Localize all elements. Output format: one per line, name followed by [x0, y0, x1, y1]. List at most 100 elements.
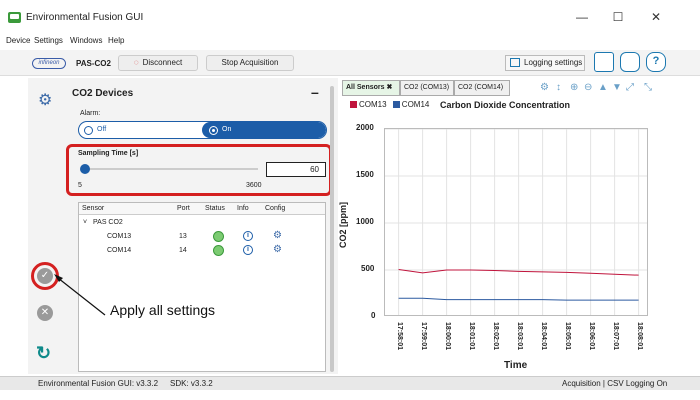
panel-scrollbar[interactable]	[330, 86, 334, 372]
settings-gear-icon[interactable]: ⚙	[38, 90, 52, 110]
scroll-down-icon[interactable]: ▼	[612, 82, 622, 93]
sampling-max: 3600	[246, 182, 262, 189]
menu-windows[interactable]: Windows	[70, 36, 102, 45]
close-tab-icon[interactable]: ✖	[386, 84, 392, 91]
y-tick-label: 500	[361, 264, 375, 273]
x-tick-label: 18:00:01	[443, 322, 451, 351]
config-gear-icon[interactable]: ⚙	[273, 231, 283, 241]
info-icon[interactable]: i	[243, 231, 253, 241]
table-row-name: COM13	[107, 233, 132, 240]
stop-acquisition-button[interactable]: Stop Acquisition	[206, 55, 294, 71]
info-icon[interactable]: i	[243, 245, 253, 255]
table-header: Sensor Port Status Info Config	[79, 203, 325, 215]
logging-settings-button[interactable]: Logging settings	[505, 55, 585, 71]
x-tick-label: 17:59:01	[419, 322, 427, 351]
dashboard-icon[interactable]	[594, 52, 614, 72]
y-tick-label: 1000	[356, 217, 374, 226]
status-ok-icon	[213, 231, 224, 242]
annotation-arrow	[54, 274, 106, 316]
sampling-slider-thumb[interactable]	[80, 164, 90, 174]
y-tick-label: 1500	[356, 170, 374, 179]
menu-bar: Device Settings Windows Help	[0, 34, 700, 48]
x-tick-label: 18:07:01	[611, 322, 619, 351]
y-axis-label: CO2 [ppm]	[338, 202, 348, 248]
header-sensor: Sensor	[82, 205, 105, 212]
header-status: Status	[205, 205, 225, 212]
x-tick-label: 18:02:01	[491, 322, 499, 351]
collapse-button[interactable]: –	[311, 84, 319, 100]
scroll-up-icon[interactable]: ▲	[598, 82, 608, 93]
legend-swatch-com13	[350, 101, 357, 109]
table-row-name: COM14	[107, 247, 132, 254]
power-icon: ◌	[133, 58, 139, 67]
menu-settings[interactable]: Settings	[34, 36, 63, 45]
disconnect-label: Disconnect	[142, 58, 183, 67]
refresh-icon[interactable]: ↻	[36, 343, 51, 364]
help-icon[interactable]: ?	[646, 52, 666, 72]
x-tick-label: 18:03:01	[515, 322, 523, 351]
chart-tabs: All Sensors ✖ CO2 (COM13) CO2 (COM14)	[342, 80, 672, 96]
tab-all-sensors[interactable]: All Sensors ✖	[342, 80, 400, 96]
chart-title: Carbon Dioxide Concentration	[440, 100, 571, 110]
chat-icon[interactable]	[620, 52, 640, 72]
sampling-label: Sampling Time [s]	[78, 150, 139, 157]
chart-legend: COM13 COM14	[350, 100, 429, 109]
table-row-port: 13	[179, 233, 187, 240]
logging-icon	[510, 58, 520, 67]
title-bar: Environmental Fusion GUI — ☐ ✕	[0, 0, 700, 34]
status-bar: Environmental Fusion GUI: v3.3.2 SDK: v3…	[0, 376, 700, 390]
sampling-slider-track[interactable]	[86, 168, 258, 170]
alarm-label: Alarm:	[80, 110, 101, 117]
zoom-out-icon[interactable]: ⊖	[584, 82, 592, 93]
legend-swatch-com14	[392, 101, 400, 109]
header-port: Port	[177, 205, 190, 212]
panel-title: CO2 Devices	[72, 88, 134, 99]
chart-settings-icon[interactable]: ⚙	[540, 82, 549, 93]
x-tick-label: 18:01:01	[467, 322, 475, 351]
header-config: Config	[265, 205, 286, 212]
x-tick-label: 18:06:01	[587, 322, 595, 351]
status-acquisition: Acquisition | CSV Logging On	[562, 379, 668, 388]
chart-plot-area	[384, 128, 648, 316]
app-icon	[8, 12, 21, 23]
maximize-button[interactable]: ☐	[608, 10, 628, 24]
infineon-logo: infineon	[32, 58, 66, 69]
close-button[interactable]: ✕	[646, 10, 666, 24]
status-sdk: SDK: v3.3.2	[170, 379, 213, 388]
tab-all-sensors-label: All Sensors	[346, 84, 385, 91]
menu-help[interactable]: Help	[108, 36, 124, 45]
device-name: PAS-CO2	[76, 59, 111, 68]
sensor-group: PAS CO2	[93, 219, 123, 226]
expand-icon[interactable]: ⤢	[626, 82, 634, 93]
alarm-on-label: On	[222, 126, 232, 133]
alarm-off-label: Off	[97, 126, 107, 133]
collapse-icon[interactable]: ⤡	[644, 82, 652, 93]
zoom-in-icon[interactable]: ⊕	[570, 82, 578, 93]
alarm-toggle[interactable]: Off On	[78, 121, 327, 139]
y-tick-label: 0	[371, 311, 376, 320]
window-title: Environmental Fusion GUI	[26, 12, 144, 23]
alarm-off-radio[interactable]	[84, 126, 93, 135]
x-tick-label: 18:04:01	[539, 322, 547, 351]
x-tick-label: 18:05:01	[563, 322, 571, 351]
legend-com14: COM14	[401, 100, 430, 109]
tab-co2-com13[interactable]: CO2 (COM13)	[400, 80, 454, 96]
config-gear-icon[interactable]: ⚙	[273, 245, 283, 255]
alarm-on-radio[interactable]	[209, 126, 218, 135]
table-row-port: 14	[179, 247, 187, 254]
expand-chevron-icon[interactable]: ˅	[83, 219, 87, 226]
x-axis-label: Time	[504, 360, 528, 371]
disconnect-button[interactable]: ◌ Disconnect	[118, 55, 198, 71]
header-info: Info	[237, 205, 249, 212]
sampling-value-input[interactable]: 60	[266, 162, 326, 177]
status-version: Environmental Fusion GUI: v3.3.2	[38, 379, 159, 388]
y-tick-label: 2000	[356, 123, 374, 132]
menu-device[interactable]: Device	[6, 36, 30, 45]
alarm-on-segment[interactable]	[202, 122, 326, 138]
fit-vertical-icon[interactable]: ↕	[556, 82, 561, 93]
logging-settings-label: Logging settings	[524, 58, 583, 67]
tab-co2-com14[interactable]: CO2 (COM14)	[454, 80, 510, 96]
minimize-button[interactable]: —	[572, 10, 592, 24]
app-window: Environmental Fusion GUI — ☐ ✕ Device Se…	[0, 0, 700, 400]
sampling-min: 5	[78, 182, 82, 189]
